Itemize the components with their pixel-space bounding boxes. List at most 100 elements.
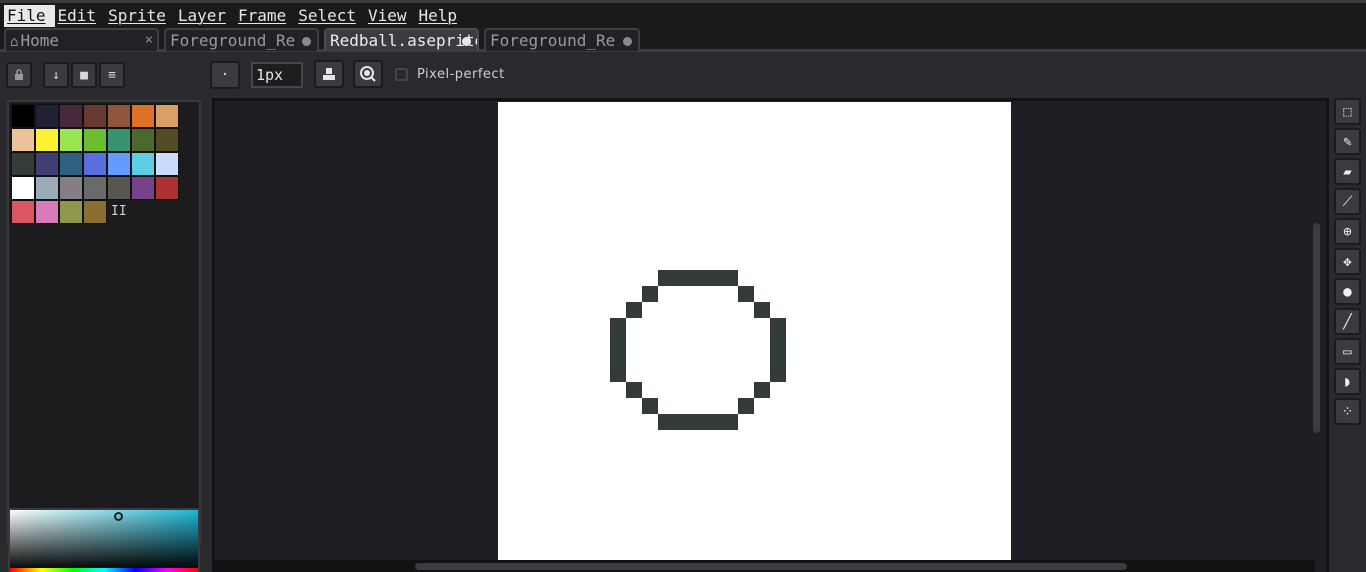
sprite-pixel [738, 398, 754, 414]
menu-layer[interactable]: Layer [175, 5, 235, 27]
sprite-editor[interactable] [212, 98, 1329, 572]
menu-frame[interactable]: Frame [235, 5, 295, 27]
tab-home[interactable]: ⌂ Home × [4, 28, 159, 51]
tab-label: Redball.aseprite [330, 31, 479, 50]
modified-dot-icon[interactable] [302, 37, 311, 46]
palette-swatch[interactable] [83, 176, 107, 200]
line-tool-button[interactable]: ╱ [1334, 308, 1361, 335]
ink-button[interactable] [314, 60, 344, 88]
menu-select[interactable]: Select [295, 5, 365, 27]
tab-foreground-1[interactable]: Foreground_Re [164, 28, 319, 51]
menu-edit[interactable]: Edit [55, 5, 106, 27]
sprite-pixel [690, 270, 706, 286]
palette-swatch[interactable] [11, 200, 35, 224]
eraser-tool-button[interactable]: ▰ [1334, 158, 1361, 185]
menu-view[interactable]: View [365, 5, 416, 27]
palette-swatch[interactable] [131, 152, 155, 176]
palette-swatch[interactable] [131, 104, 155, 128]
eyedropper-tool-button[interactable]: ⟋ [1334, 188, 1361, 215]
palette-swatch[interactable] [107, 152, 131, 176]
paint-bucket-tool-button[interactable]: ● [1334, 278, 1361, 305]
palette-swatch[interactable] [131, 128, 155, 152]
palette-more[interactable]: II [111, 204, 127, 219]
pixel-perfect-checkbox[interactable] [395, 68, 408, 81]
palette-swatch[interactable] [83, 152, 107, 176]
color-field[interactable] [8, 508, 200, 572]
sprite-pixel [626, 382, 642, 398]
menu-help[interactable]: Help [416, 5, 467, 27]
palette-swatch[interactable] [35, 128, 59, 152]
tab-bar: ⌂ Home × Foreground_Re Redball.aseprite F… [0, 28, 1366, 52]
palette-swatch[interactable] [11, 152, 35, 176]
palette-down-button[interactable]: ↓ [43, 62, 69, 88]
modified-dot-icon[interactable] [623, 37, 632, 46]
close-icon[interactable]: × [145, 30, 153, 51]
palette-swatch[interactable] [35, 200, 59, 224]
palette-swatch[interactable] [155, 152, 179, 176]
palette-swatch[interactable] [107, 104, 131, 128]
palette-swatch[interactable] [107, 176, 131, 200]
tab-foreground-2[interactable]: Foreground_Re [484, 28, 640, 51]
zoom-icon: ⊕ [1343, 223, 1352, 240]
sprite-pixel [706, 270, 722, 286]
palette-swatch[interactable] [155, 176, 179, 200]
sprite-pixel [674, 270, 690, 286]
palette-swatch[interactable] [35, 104, 59, 128]
zoom-tool-button[interactable]: ⊕ [1334, 218, 1361, 245]
marquee-icon: ⬚ [1343, 103, 1352, 120]
modified-dot-icon[interactable] [462, 37, 471, 46]
palette-swatch[interactable] [59, 104, 83, 128]
palette-swatch[interactable] [83, 200, 107, 224]
vertical-scrollbar[interactable] [1313, 101, 1324, 561]
brush-size-field[interactable]: 1px [251, 62, 303, 88]
hue-slider[interactable] [10, 568, 198, 572]
move-tool-button[interactable]: ✥ [1334, 248, 1361, 275]
eyedropper-icon: ⟋ [1342, 193, 1353, 210]
palette-swatch[interactable] [35, 176, 59, 200]
palette-swatch[interactable] [107, 128, 131, 152]
opacity-button[interactable] [353, 60, 383, 88]
palette-swatch[interactable] [59, 152, 83, 176]
palette-swatch[interactable] [155, 128, 179, 152]
palette-swatch[interactable] [83, 128, 107, 152]
brush-type-button[interactable]: · [210, 61, 240, 89]
palette-swatch[interactable] [59, 176, 83, 200]
sprite-pixel [658, 270, 674, 286]
palette-menu-button[interactable]: ≡ [99, 62, 125, 88]
rectangle-tool-button[interactable]: ▭ [1334, 338, 1361, 365]
palette-swatch[interactable] [35, 152, 59, 176]
palette-swatch[interactable] [11, 128, 35, 152]
sprite-pixel [658, 414, 674, 430]
palette-swatch[interactable] [131, 176, 155, 200]
menu-sprite[interactable]: Sprite [105, 5, 175, 27]
tab-redball[interactable]: Redball.aseprite [324, 28, 479, 51]
lock-palette-button[interactable] [6, 62, 32, 88]
palette-new-button[interactable]: ■ [71, 62, 97, 88]
palette-swatch[interactable] [59, 200, 83, 224]
palette-swatch[interactable] [59, 128, 83, 152]
blur-tool-button[interactable]: ◗ [1334, 368, 1361, 395]
sprite-canvas[interactable] [498, 102, 1011, 560]
palette-swatch[interactable] [155, 104, 179, 128]
marquee-tool-button[interactable]: ⬚ [1334, 98, 1361, 125]
pixel-perfect-label: Pixel-perfect [417, 67, 505, 82]
palette-swatch[interactable] [11, 176, 35, 200]
color-cursor[interactable] [114, 512, 123, 521]
sprite-pixel [722, 270, 738, 286]
pencil-tool-button[interactable]: ✎ [1334, 128, 1361, 155]
horizontal-scroll-thumb[interactable] [415, 563, 1127, 570]
vertical-scroll-thumb[interactable] [1313, 223, 1320, 433]
rectangle-icon: ▭ [1343, 343, 1352, 360]
palette-swatch[interactable] [83, 104, 107, 128]
spray-tool-button[interactable]: ⁘ [1334, 398, 1361, 425]
sprite-pixel [706, 414, 722, 430]
sprite-pixel [610, 350, 626, 366]
menu-file[interactable]: File [4, 4, 55, 27]
horizontal-scrollbar[interactable] [215, 560, 1315, 572]
pencil-icon: ✎ [1343, 133, 1352, 150]
palette-swatch[interactable] [11, 104, 35, 128]
sprite-pixel [738, 286, 754, 302]
sprite-pixel [770, 366, 786, 382]
sprite-pixel [642, 398, 658, 414]
home-icon: ⌂ [10, 34, 19, 50]
